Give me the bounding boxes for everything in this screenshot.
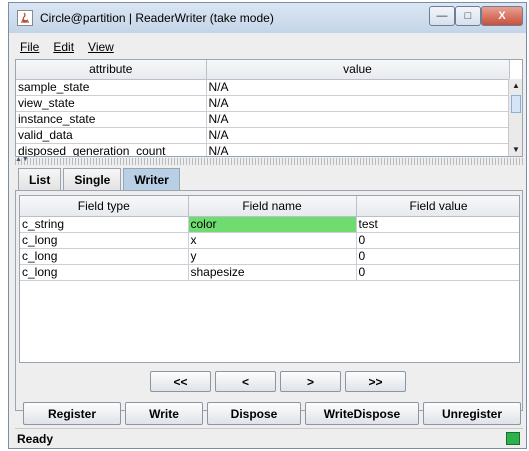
close-icon: X xyxy=(498,10,506,22)
attribute-scrollbar[interactable]: ▲ ▼ xyxy=(508,79,522,156)
field-name-cell: shapesize xyxy=(188,264,357,281)
table-row[interactable]: c_long y 0 xyxy=(20,248,519,265)
value-cell: N/A xyxy=(206,127,510,144)
value-cell: N/A xyxy=(206,143,510,156)
column-header-attribute[interactable]: attribute xyxy=(16,60,207,80)
column-header-value[interactable]: value xyxy=(206,60,510,80)
maximize-icon: □ xyxy=(464,10,472,22)
tab-single[interactable]: Single xyxy=(63,168,122,191)
status-indicator-icon xyxy=(506,432,520,445)
minimize-icon: — xyxy=(436,10,448,22)
register-button[interactable]: Register xyxy=(23,402,121,425)
status-text: Ready xyxy=(17,431,54,446)
app-window: Circle@partition | ReaderWriter (take mo… xyxy=(8,2,527,449)
split-pane-divider[interactable]: ▲▼ xyxy=(15,156,523,165)
attribute-table: attribute value sample_state N/A view_sta… xyxy=(16,60,510,156)
table-row[interactable]: view_state N/A xyxy=(16,95,510,112)
first-sample-button[interactable]: << xyxy=(150,371,211,392)
table-row[interactable]: instance_state N/A xyxy=(16,111,510,128)
java-app-icon xyxy=(17,10,33,26)
collapse-arrows-icon[interactable]: ▲▼ xyxy=(15,156,29,163)
table-row[interactable]: c_string color test xyxy=(20,216,519,233)
field-name-cell: y xyxy=(188,248,357,265)
write-dispose-button[interactable]: WriteDispose xyxy=(305,402,419,425)
scroll-down-icon[interactable]: ▼ xyxy=(509,143,522,156)
field-name-cell: x xyxy=(188,232,357,249)
column-header-field-name[interactable]: Field name xyxy=(188,196,357,217)
status-bar: Ready xyxy=(15,428,523,448)
field-value-cell[interactable]: 0 xyxy=(356,264,519,281)
value-cell: N/A xyxy=(206,111,510,128)
tab-bar: List Single Writer xyxy=(18,168,182,191)
table-row[interactable]: c_long x 0 xyxy=(20,232,519,249)
table-row[interactable]: disposed_generation_count N/A xyxy=(16,143,510,156)
table-row[interactable]: valid_data N/A xyxy=(16,127,510,144)
field-type-cell: c_long xyxy=(20,248,189,265)
attribute-cell: view_state xyxy=(16,95,207,112)
column-header-field-value[interactable]: Field value xyxy=(356,196,519,217)
last-sample-button[interactable]: >> xyxy=(345,371,406,392)
attribute-cell: sample_state xyxy=(16,79,207,96)
scroll-thumb[interactable] xyxy=(511,95,521,113)
minimize-button[interactable]: — xyxy=(429,6,455,26)
dispose-button[interactable]: Dispose xyxy=(207,402,301,425)
menu-file[interactable]: File xyxy=(20,40,39,54)
field-type-cell: c_long xyxy=(20,232,189,249)
value-cell: N/A xyxy=(206,79,510,96)
next-sample-button[interactable]: > xyxy=(280,371,341,392)
field-type-cell: c_long xyxy=(20,264,189,281)
scroll-up-icon[interactable]: ▲ xyxy=(509,79,522,93)
column-header-field-type[interactable]: Field type xyxy=(20,196,189,217)
field-value-cell[interactable]: 0 xyxy=(356,232,519,249)
attribute-cell: valid_data xyxy=(16,127,207,144)
field-value-cell[interactable]: 0 xyxy=(356,248,519,265)
field-value-cell[interactable]: test xyxy=(356,216,519,233)
window-title: Circle@partition | ReaderWriter (take mo… xyxy=(40,11,274,25)
attribute-cell: instance_state xyxy=(16,111,207,128)
field-name-cell-selected[interactable]: color xyxy=(188,216,357,233)
write-button[interactable]: Write xyxy=(125,402,203,425)
attribute-cell: disposed_generation_count xyxy=(16,143,207,156)
title-bar[interactable]: Circle@partition | ReaderWriter (take mo… xyxy=(9,3,526,33)
field-table: Field type Field name Field value c_stri… xyxy=(20,196,519,281)
table-row[interactable]: c_long shapesize 0 xyxy=(20,264,519,281)
maximize-button[interactable]: □ xyxy=(455,6,481,26)
previous-sample-button[interactable]: < xyxy=(215,371,276,392)
value-cell: N/A xyxy=(206,95,510,112)
attribute-table-panel: attribute value sample_state N/A view_sta… xyxy=(15,59,523,157)
close-button[interactable]: X xyxy=(481,6,523,26)
tab-list[interactable]: List xyxy=(18,168,62,191)
menu-edit[interactable]: Edit xyxy=(53,40,74,54)
field-table-panel: Field type Field name Field value c_stri… xyxy=(19,195,520,363)
unregister-button[interactable]: Unregister xyxy=(423,402,521,425)
menu-bar: File Edit View xyxy=(20,37,114,57)
tab-writer[interactable]: Writer xyxy=(123,168,180,191)
field-type-cell: c_string xyxy=(20,216,189,233)
menu-view[interactable]: View xyxy=(88,40,114,54)
table-row[interactable]: sample_state N/A xyxy=(16,79,510,96)
